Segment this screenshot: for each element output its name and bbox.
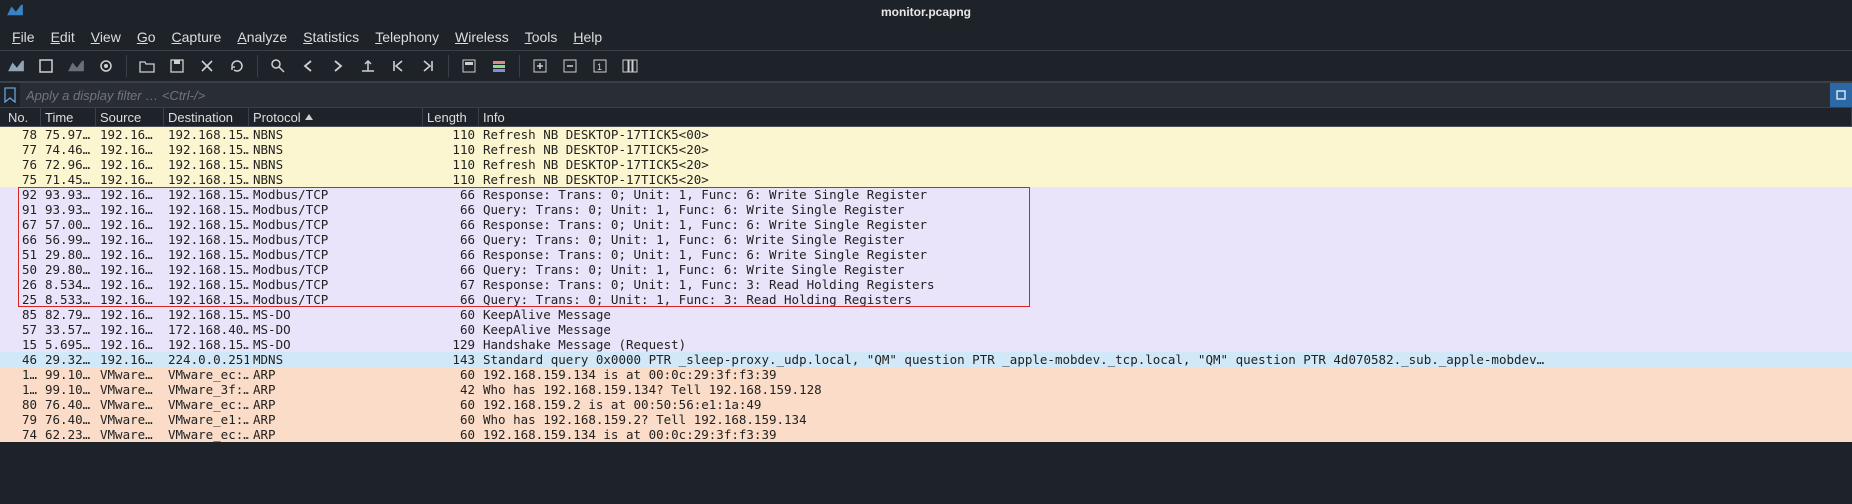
menu-edit[interactable]: Edit (45, 27, 81, 47)
packet-row[interactable]: 7774.46…192.16…192.168.15…NBNS110Refresh… (0, 142, 1852, 157)
packet-row[interactable]: 7976.40…VMware…VMware_e1:…ARP60Who has 1… (0, 412, 1852, 427)
titlebar: monitor.pcapng (0, 0, 1852, 24)
window-title: monitor.pcapng (881, 5, 971, 19)
close-icon[interactable] (195, 54, 219, 78)
save-icon[interactable] (165, 54, 189, 78)
stop-icon[interactable] (34, 54, 58, 78)
svg-text:1: 1 (597, 62, 602, 72)
menubar: File Edit View Go Capture Analyze Statis… (0, 24, 1852, 50)
back-icon[interactable] (296, 54, 320, 78)
menu-go[interactable]: Go (131, 27, 162, 47)
first-icon[interactable] (386, 54, 410, 78)
packet-row[interactable]: 7672.96…192.16…192.168.15…NBNS110Refresh… (0, 157, 1852, 172)
find-icon[interactable] (266, 54, 290, 78)
resize-icon[interactable] (618, 54, 642, 78)
packet-list-header: No. Time Source Destination Protocol Len… (0, 108, 1852, 127)
packet-row[interactable]: 6757.00…192.16…192.168.15…Modbus/TCP66Re… (0, 217, 1852, 232)
packet-row[interactable]: 7571.45…192.16…192.168.15…NBNS110Refresh… (0, 172, 1852, 187)
filter-dropdown-icon[interactable] (1830, 83, 1852, 107)
last-icon[interactable] (416, 54, 440, 78)
packet-row[interactable]: 1…99.10…VMware…VMware_ec:…ARP60192.168.1… (0, 367, 1852, 382)
menu-statistics[interactable]: Statistics (297, 27, 365, 47)
packet-row[interactable]: 9193.93…192.16…192.168.15…Modbus/TCP66 Q… (0, 202, 1852, 217)
zoom-in-icon[interactable] (528, 54, 552, 78)
col-destination[interactable]: Destination (164, 108, 249, 126)
col-length[interactable]: Length (423, 108, 479, 126)
col-no[interactable]: No. (4, 108, 41, 126)
menu-telephony[interactable]: Telephony (369, 27, 445, 47)
bookmark-icon[interactable] (0, 83, 20, 107)
packet-row[interactable]: 1…99.10…VMware…VMware_3f:…ARP42Who has 1… (0, 382, 1852, 397)
packet-row[interactable]: 9293.93…192.16…192.168.15…Modbus/TCP66Re… (0, 187, 1852, 202)
reset-zoom-icon[interactable]: 1 (588, 54, 612, 78)
open-icon[interactable] (135, 54, 159, 78)
packet-row[interactable]: 258.533…192.16…192.168.15…Modbus/TCP66 Q… (0, 292, 1852, 307)
col-time[interactable]: Time (41, 108, 96, 126)
packet-row[interactable]: 5129.80…192.16…192.168.15…Modbus/TCP66Re… (0, 247, 1852, 262)
packet-row[interactable]: 5029.80…192.16…192.168.15…Modbus/TCP66 Q… (0, 262, 1852, 277)
packet-row[interactable]: 6656.99…192.16…192.168.15…Modbus/TCP66 Q… (0, 232, 1852, 247)
packet-row[interactable]: 7875.97…192.16…192.168.15…NBNS110Refresh… (0, 127, 1852, 142)
restart-icon[interactable] (64, 54, 88, 78)
wireshark-fin-icon (6, 3, 24, 17)
display-filter-input[interactable] (20, 83, 1830, 107)
autoscroll-icon[interactable] (457, 54, 481, 78)
menu-wireless[interactable]: Wireless (449, 27, 515, 47)
menu-tools[interactable]: Tools (519, 27, 564, 47)
colorize-icon[interactable] (487, 54, 511, 78)
col-info[interactable]: Info (479, 108, 1852, 126)
zoom-out-icon[interactable] (558, 54, 582, 78)
toolbar: 1 (0, 50, 1852, 82)
packet-row[interactable]: 4629.32…192.16…224.0.0.251MDNS143Standar… (0, 352, 1852, 367)
menu-view[interactable]: View (85, 27, 127, 47)
options-icon[interactable] (94, 54, 118, 78)
col-source[interactable]: Source (96, 108, 164, 126)
packet-row[interactable]: 7462.23…VMware…VMware_ec:…ARP60192.168.1… (0, 427, 1852, 442)
forward-icon[interactable] (326, 54, 350, 78)
filter-bar (0, 82, 1852, 108)
packet-row[interactable]: 8076.40…VMware…VMware_ec:…ARP60192.168.1… (0, 397, 1852, 412)
packet-row[interactable]: 5733.57…192.16…172.168.40…MS-DO60KeepAli… (0, 322, 1852, 337)
reload-icon[interactable] (225, 54, 249, 78)
menu-capture[interactable]: Capture (166, 27, 228, 47)
packet-row[interactable]: 268.534…192.16…192.168.15…Modbus/TCP67Re… (0, 277, 1852, 292)
packet-row[interactable]: 155.695…192.16…192.168.15…MS-DO129Handsh… (0, 337, 1852, 352)
col-protocol[interactable]: Protocol (249, 108, 423, 126)
fin-icon[interactable] (4, 54, 28, 78)
menu-analyze[interactable]: Analyze (231, 27, 293, 47)
packet-row[interactable]: 8582.79…192.16…192.168.15…MS-DO60KeepAli… (0, 307, 1852, 322)
packet-list[interactable]: 7875.97…192.16…192.168.15…NBNS110Refresh… (0, 127, 1852, 442)
menu-file[interactable]: File (6, 27, 41, 47)
menu-help[interactable]: Help (567, 27, 608, 47)
jump-icon[interactable] (356, 54, 380, 78)
